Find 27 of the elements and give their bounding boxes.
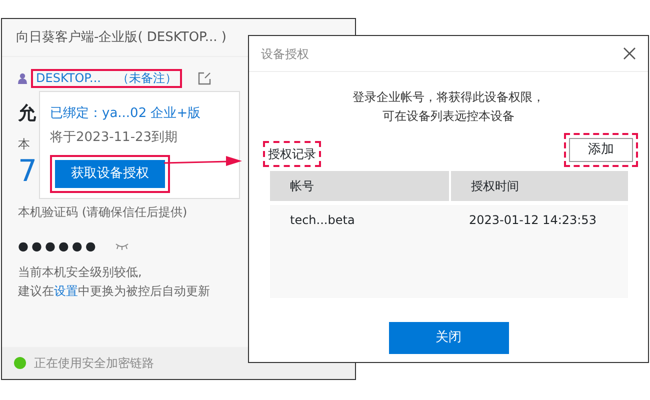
- add-button[interactable]: 添加: [569, 138, 633, 162]
- close-button[interactable]: 关闭: [388, 322, 508, 354]
- table-cell: 2023-01-12 14:23:53: [469, 212, 596, 227]
- close-icon[interactable]: [623, 47, 636, 60]
- warning-text: 建议在设置中更换为被控后自动更新: [18, 282, 210, 300]
- code-label: 本机验证码 (请确保信任后提供): [18, 204, 188, 221]
- device-id: 7: [18, 157, 38, 187]
- edit-icon[interactable]: [198, 72, 211, 85]
- warning-text: 当前本机安全级别较低,: [18, 264, 142, 281]
- column-header: 帐号: [290, 178, 314, 195]
- column-header: 授权时间: [471, 178, 519, 195]
- user-icon: [18, 73, 27, 84]
- settings-link[interactable]: 设置: [54, 284, 78, 298]
- expiry-text: 将于2023-11-23到期: [50, 128, 178, 146]
- section-label: 授权记录: [268, 146, 316, 161]
- eye-closed-icon[interactable]: [114, 242, 129, 250]
- message-text: 可在设备列表远控本设备: [382, 108, 514, 125]
- masked-code: ●●●●●●: [18, 238, 99, 255]
- status-text: 正在使用安全加密链路: [34, 355, 154, 372]
- table-cell: tech...beta: [290, 212, 355, 227]
- message-text: 登录企业帐号，将获得此设备权限，: [352, 89, 544, 106]
- heading-text: 允: [18, 102, 36, 126]
- device-name: DESKTOP...: [36, 71, 101, 86]
- bound-account: 已绑定：ya...02 企业+版: [50, 105, 201, 123]
- remark-link[interactable]: （未备注）: [116, 71, 177, 86]
- get-authorization-button[interactable]: 获取设备授权: [55, 160, 165, 188]
- label-text: 本: [18, 136, 30, 153]
